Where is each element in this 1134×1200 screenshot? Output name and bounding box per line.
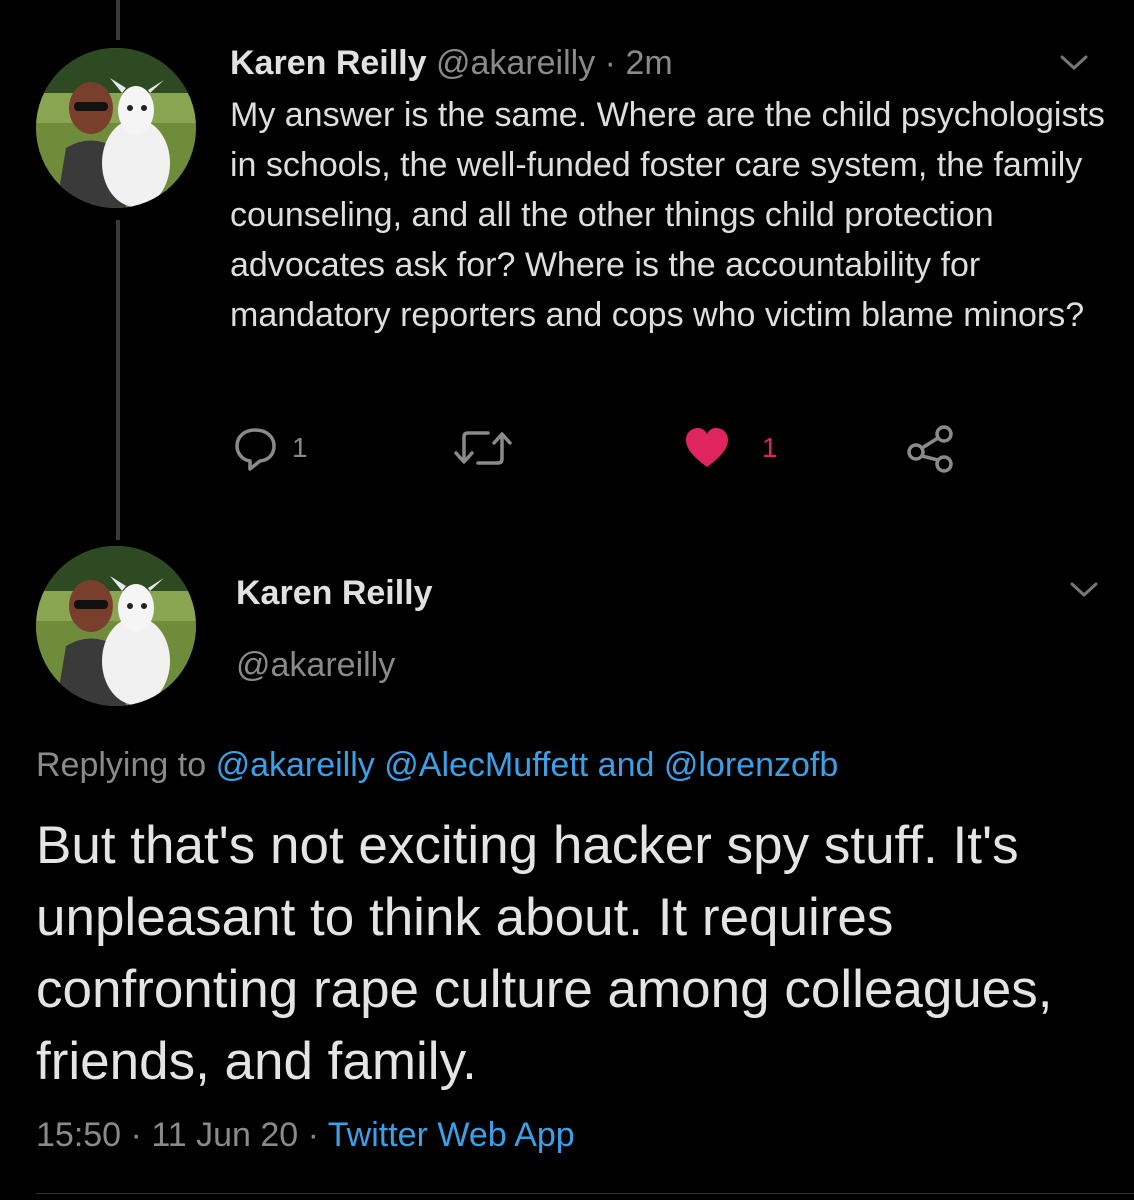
share-icon <box>907 425 953 473</box>
tweet-source[interactable]: Twitter Web App <box>328 1116 575 1154</box>
separator-dot: · <box>130 1116 142 1154</box>
avatar[interactable] <box>36 546 196 706</box>
like-count: 1 <box>762 432 778 463</box>
author-name[interactable]: Karen Reilly <box>230 44 427 82</box>
mention-link[interactable]: @akareilly <box>216 746 375 784</box>
separator-dot: · <box>604 44 616 82</box>
tweet-time[interactable]: 15:50 <box>36 1116 121 1154</box>
author-handle[interactable]: @akareilly <box>436 44 595 82</box>
reply-count: 1 <box>292 432 308 463</box>
tweet-header: Karen Reilly @akareilly · 2m <box>230 40 673 86</box>
author-name[interactable]: Karen Reilly <box>236 570 433 616</box>
like-button[interactable]: 1 <box>682 420 778 476</box>
chevron-down-icon[interactable] <box>1070 582 1098 598</box>
author-handle[interactable]: @akareilly <box>236 642 395 688</box>
retweet-button[interactable] <box>452 420 514 476</box>
avatar[interactable] <box>36 48 196 208</box>
timestamp[interactable]: 2m <box>625 44 672 82</box>
mention-link[interactable]: @lorenzofb <box>664 746 838 784</box>
share-button[interactable] <box>904 420 956 476</box>
avatar-photo <box>36 48 196 208</box>
chevron-down-icon[interactable] <box>1060 55 1088 71</box>
tweet-actions: 1 1 <box>230 420 990 480</box>
mention-link[interactable]: @AlecMuffett <box>384 746 588 784</box>
heart-icon <box>686 428 728 467</box>
tweet-text: My answer is the same. Where are the chi… <box>230 96 1105 334</box>
tweet-date[interactable]: 11 Jun 20 <box>151 1116 298 1154</box>
divider <box>36 1193 1134 1194</box>
separator-dot: · <box>307 1116 319 1154</box>
replying-to: Replying to @akareilly @AlecMuffett and … <box>36 742 838 788</box>
tweet-1[interactable]: Karen Reilly @akareilly · 2m My answer i… <box>0 0 1134 520</box>
reply-icon <box>235 428 276 471</box>
tweet-meta: 15:50 · 11 Jun 20 · Twitter Web App <box>36 1112 575 1158</box>
retweet-icon <box>454 431 512 465</box>
replying-and: and <box>597 746 655 784</box>
replying-to-label: Replying to <box>36 746 207 784</box>
reply-button[interactable]: 1 <box>230 420 308 476</box>
avatar-photo <box>36 546 196 706</box>
tweet-text: But that's not exciting hacker spy stuff… <box>36 816 1053 1091</box>
